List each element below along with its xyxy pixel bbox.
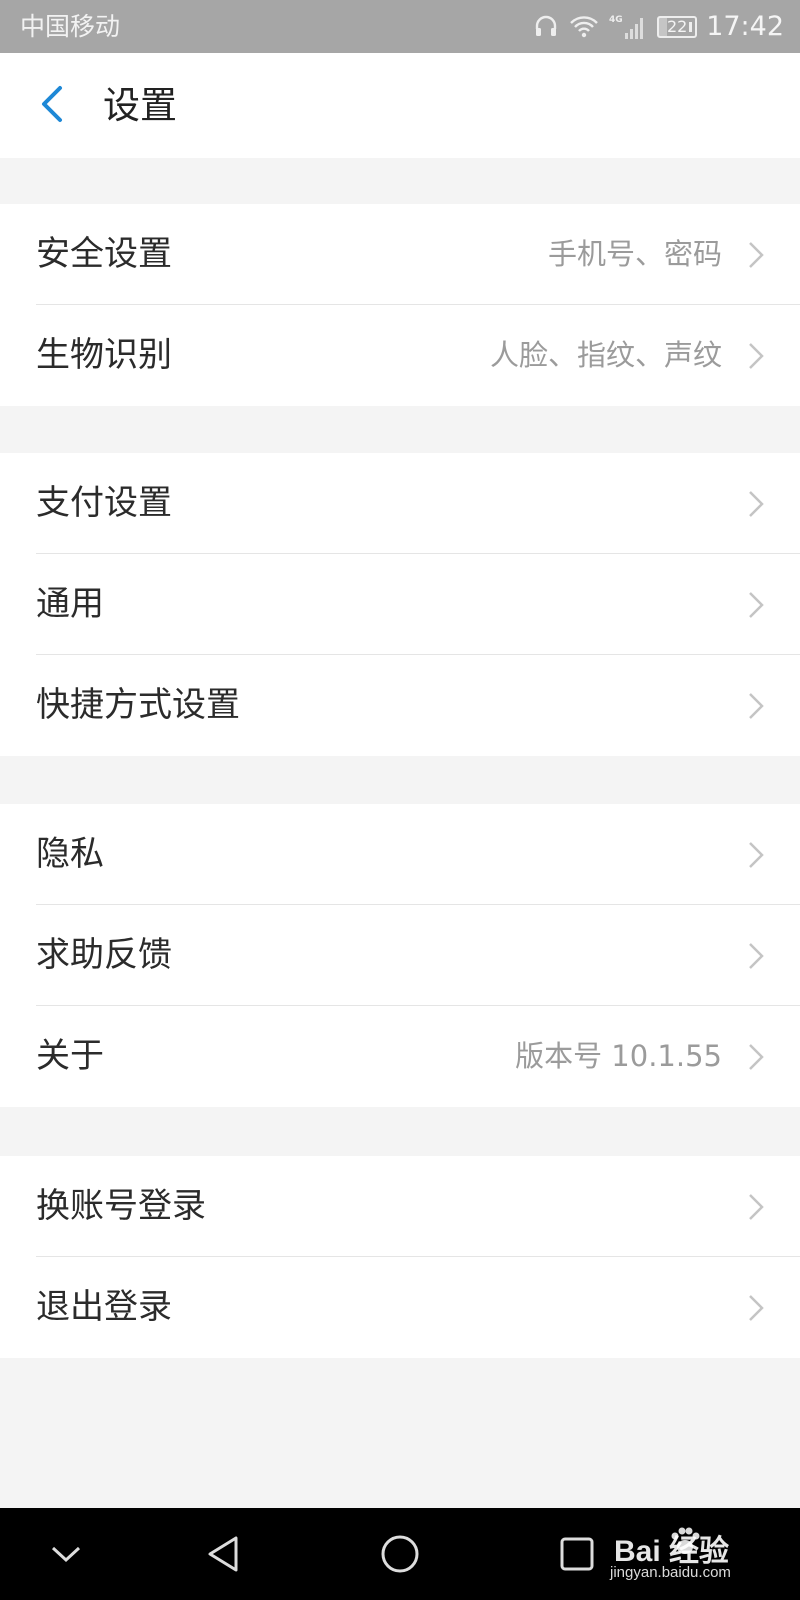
app-header: 设置 — [0, 53, 800, 158]
back-triangle-icon — [208, 1536, 238, 1572]
settings-row-logout[interactable]: 退出登录 — [0, 1257, 800, 1358]
row-label: 退出登录 — [36, 1287, 172, 1327]
chevron-right-icon — [749, 592, 764, 618]
settings-group-info: 隐私 求助反馈 关于 版本号 10.1.55 — [0, 804, 800, 1107]
paw-logo-icon — [671, 1527, 700, 1554]
status-icons: 4G 22 17:42 — [533, 0, 784, 53]
settings-group-login: 换账号登录 退出登录 — [0, 1156, 800, 1358]
headset-icon — [533, 14, 559, 40]
chevron-down-icon — [51, 1546, 81, 1563]
chevron-right-icon — [749, 842, 764, 868]
watermark-url: jingyan.baidu.com — [610, 1564, 731, 1581]
battery-level: 22 — [667, 16, 688, 36]
row-label: 安全设置 — [36, 234, 172, 274]
chevron-right-icon — [749, 242, 764, 268]
nav-home-button[interactable] — [360, 1508, 440, 1600]
row-label: 支付设置 — [36, 483, 172, 523]
system-nav-bar: Bai 经验 jingyan.baidu.com — [0, 1508, 800, 1600]
baidu-jingyan-watermark: Bai 经验 jingyan.baidu.com — [610, 1524, 760, 1588]
settings-row-privacy[interactable]: 隐私 — [0, 804, 800, 905]
hide-nav-button[interactable] — [26, 1508, 106, 1600]
settings-row-feedback[interactable]: 求助反馈 — [0, 905, 800, 1006]
row-value: 人脸、指纹、声纹 — [489, 338, 722, 372]
chevron-right-icon — [749, 1295, 764, 1321]
carrier-name: 中国移动 — [20, 12, 121, 41]
row-label: 通用 — [36, 584, 104, 624]
back-button[interactable] — [22, 73, 82, 138]
row-label: 隐私 — [36, 834, 104, 874]
row-label: 关于 — [36, 1036, 104, 1076]
chevron-right-icon — [749, 343, 764, 369]
signal-icon: 4G — [609, 13, 647, 41]
settings-row-payment[interactable]: 支付设置 — [0, 453, 800, 554]
nav-back-button[interactable] — [184, 1508, 264, 1600]
battery-body: 22 — [657, 15, 698, 38]
settings-group-account: 安全设置 手机号、密码 生物识别 人脸、指纹、声纹 — [0, 204, 800, 406]
row-label: 快捷方式设置 — [36, 685, 240, 725]
status-time: 17:42 — [706, 11, 784, 42]
chevron-right-icon — [749, 1194, 764, 1220]
row-label: 求助反馈 — [36, 935, 172, 975]
chevron-right-icon — [749, 491, 764, 517]
settings-row-security[interactable]: 安全设置 手机号、密码 — [0, 204, 800, 305]
settings-group-general: 支付设置 通用 快捷方式设置 — [0, 453, 800, 756]
status-bar: 中国移动 4G 22 17:42 — [0, 0, 800, 53]
wifi-icon — [569, 14, 599, 40]
home-circle-icon — [381, 1535, 419, 1573]
recents-square-icon — [560, 1537, 594, 1571]
battery-icon: 22 — [657, 15, 698, 38]
version-value: 版本号 10.1.55 — [515, 1039, 722, 1073]
network-type-label: 4G — [609, 15, 623, 25]
page-title: 设置 — [103, 84, 177, 127]
settings-row-biometrics[interactable]: 生物识别 人脸、指纹、声纹 — [0, 305, 800, 406]
chevron-right-icon — [749, 1044, 764, 1070]
row-label: 换账号登录 — [36, 1186, 206, 1226]
row-value: 手机号、密码 — [547, 237, 722, 271]
settings-row-general[interactable]: 通用 — [0, 554, 800, 655]
row-label: 生物识别 — [36, 335, 172, 375]
settings-row-about[interactable]: 关于 版本号 10.1.55 — [0, 1006, 800, 1107]
chevron-left-icon — [38, 84, 66, 128]
settings-row-shortcuts[interactable]: 快捷方式设置 — [0, 655, 800, 756]
settings-row-switch-account[interactable]: 换账号登录 — [0, 1156, 800, 1257]
chevron-right-icon — [749, 693, 764, 719]
nav-recents-button[interactable] — [537, 1508, 617, 1600]
chevron-right-icon — [749, 943, 764, 969]
